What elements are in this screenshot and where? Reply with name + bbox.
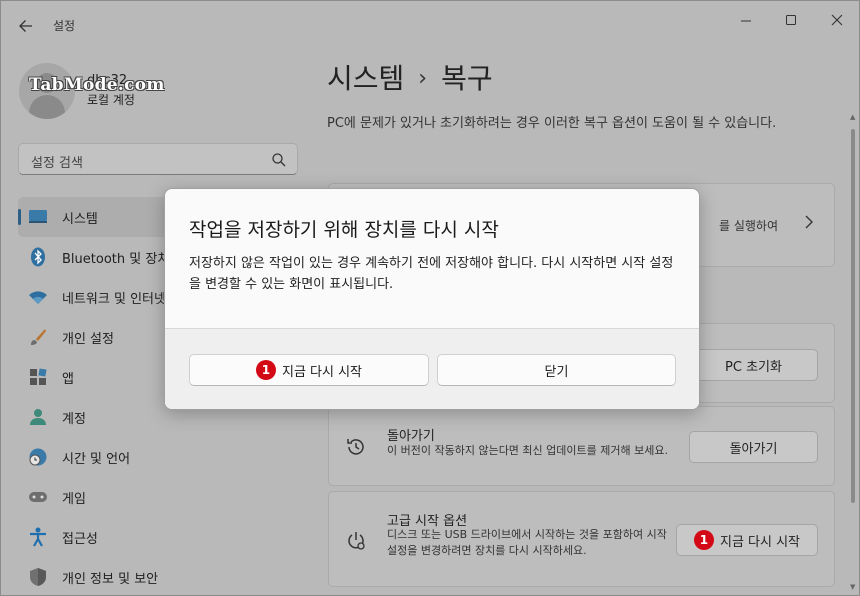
advanced-startup-description: 디스크 또는 USB 드라이브에서 시작하는 것을 포함하여 시작 설정을 변경…: [387, 528, 667, 557]
title-bar: 설정: [1, 1, 859, 45]
step-badge: 1: [255, 360, 276, 380]
breadcrumb: 시스템 › 복구: [327, 57, 493, 97]
shield-icon: [28, 567, 48, 587]
monitor-icon: [28, 207, 48, 227]
scroll-up-arrow[interactable]: ▲: [850, 113, 855, 121]
sidebar-item-label: 개인 정보 및 보안: [62, 572, 159, 587]
sidebar-item-label: 시간 및 언어: [62, 452, 131, 467]
sidebar-item-label: 계정: [62, 412, 86, 427]
dialog-restart-label: 지금 다시 시작: [281, 364, 363, 380]
accessibility-icon: [28, 527, 48, 547]
go-back-card: 돌아가기 이 버전이 작동하지 않는다면 최신 업데이트를 제거해 보세요. 돌…: [328, 406, 835, 486]
history-icon: [347, 439, 364, 455]
maximize-icon: [786, 15, 796, 25]
sidebar-item-label: 접근성: [62, 532, 98, 547]
go-back-button[interactable]: 돌아가기: [689, 431, 818, 463]
brush-icon: [28, 327, 48, 347]
sidebar-item-accessibility[interactable]: 접근성: [18, 517, 308, 557]
back-button[interactable]: [15, 15, 37, 37]
power-settings-icon: [348, 532, 365, 550]
sidebar-item-time-language[interactable]: 시간 및 언어: [18, 437, 308, 477]
maximize-button[interactable]: [776, 9, 806, 31]
watermark-logo: TabMode.com: [29, 75, 165, 95]
minimize-icon: [741, 20, 751, 22]
reset-pc-button[interactable]: PC 초기화: [689, 349, 818, 381]
step-badge: 1: [693, 530, 714, 550]
scrollbar-thumb[interactable]: [851, 129, 855, 503]
active-indicator: [18, 209, 21, 225]
card-text: 를 실행하여: [718, 219, 778, 233]
app-title: 설정: [53, 19, 76, 33]
globe-clock-icon: [28, 447, 48, 467]
advanced-startup-card: 고급 시작 옵션 디스크 또는 USB 드라이브에서 시작하는 것을 포함하여 …: [328, 491, 835, 587]
sidebar-item-label: 개인 설정: [62, 332, 114, 347]
search-input[interactable]: 설정 검색: [31, 152, 83, 171]
sidebar-item-label: 시스템: [62, 212, 98, 227]
apps-icon: [28, 367, 48, 387]
close-icon: [831, 14, 843, 26]
gamepad-icon: [28, 487, 48, 507]
sidebar-item-label: Bluetooth 및 장치: [62, 252, 170, 267]
sidebar-item-label: 게임: [62, 492, 86, 507]
dialog-title: 작업을 저장하기 위해 장치를 다시 시작: [189, 219, 499, 241]
sidebar-item-label: 앱: [62, 372, 74, 387]
chevron-right-icon: [804, 214, 814, 233]
dialog-footer: 1 지금 다시 시작 닫기: [165, 328, 699, 409]
search-icon[interactable]: [271, 152, 287, 168]
sidebar-item-privacy[interactable]: 개인 정보 및 보안: [18, 557, 308, 596]
breadcrumb-parent[interactable]: 시스템: [327, 62, 404, 95]
scroll-down-arrow[interactable]: ▼: [850, 583, 855, 591]
dialog-message: 저장하지 않은 작업이 있는 경우 계속하기 전에 저장해야 합니다. 다시 시…: [189, 256, 674, 292]
search-box[interactable]: 설정 검색: [18, 143, 298, 175]
settings-window: 설정 dbc32 로컬 계정 TabMode.com 설정 검색 시스템 Blu…: [0, 0, 860, 596]
page-title: 복구: [441, 62, 493, 95]
dialog-restart-now-button[interactable]: 1 지금 다시 시작: [189, 354, 429, 386]
person-icon: [28, 407, 48, 427]
minimize-button[interactable]: [731, 9, 761, 31]
go-back-title: 돌아가기: [387, 429, 435, 444]
dialog-close-button[interactable]: 닫기: [437, 354, 676, 386]
bluetooth-icon: [28, 247, 48, 267]
sidebar-item-label: 네트워크 및 인터넷: [62, 292, 166, 307]
page-description: PC에 문제가 있거나 초기화하려는 경우 이러한 복구 옵션이 도움이 될 수…: [327, 116, 777, 131]
arrow-left-icon: [19, 20, 32, 32]
sidebar-item-gaming[interactable]: 게임: [18, 477, 308, 517]
go-back-description: 이 버전이 작동하지 않는다면 최신 업데이트를 제거해 보세요.: [387, 444, 668, 457]
close-window-button[interactable]: [822, 9, 852, 31]
breadcrumb-separator: ›: [418, 66, 428, 91]
restart-dialog: 작업을 저장하기 위해 장치를 다시 시작 저장하지 않은 작업이 있는 경우 …: [164, 188, 700, 410]
wifi-icon: [28, 287, 48, 307]
restart-now-button[interactable]: 1 지금 다시 시작: [676, 524, 818, 556]
restart-now-label: 지금 다시 시작: [719, 534, 801, 550]
user-profile[interactable]: dbc32 로컬 계정 TabMode.com: [19, 63, 319, 119]
